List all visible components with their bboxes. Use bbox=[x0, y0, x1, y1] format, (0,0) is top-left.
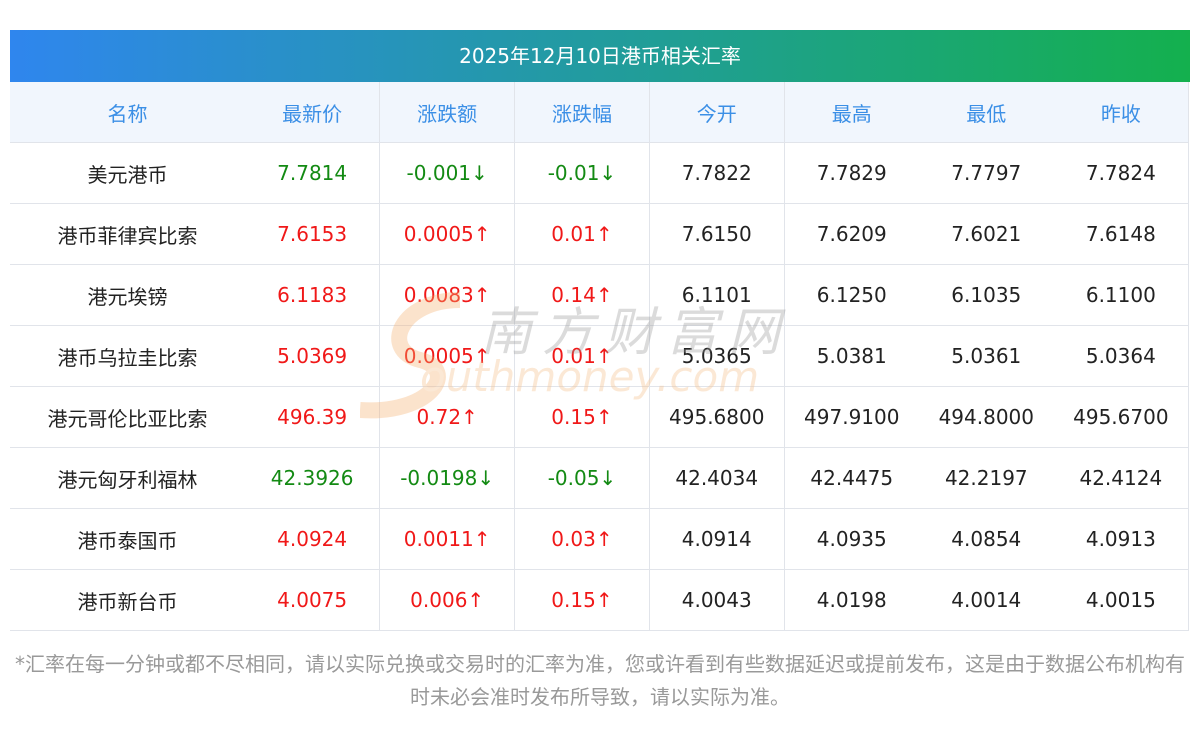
change-amount: -0.0198↓ bbox=[379, 447, 516, 509]
prev-close: 4.0913 bbox=[1053, 508, 1189, 570]
low-price: 7.7797 bbox=[918, 142, 1054, 204]
table-header-row: 名称 最新价 涨跌额 涨跌幅 今开 最高 最低 昨收 bbox=[10, 82, 1189, 143]
currency-pair: 港币菲律宾比索 bbox=[10, 203, 245, 265]
low-price: 4.0014 bbox=[918, 569, 1054, 631]
latest-price: 5.0369 bbox=[245, 325, 381, 387]
prev-close: 5.0364 bbox=[1053, 325, 1189, 387]
change-percent: 0.01↑ bbox=[514, 325, 650, 387]
table-row: 港元埃镑 6.1183 0.0083↑ 0.14↑ 6.1101 6.1250 6.1035… bbox=[10, 264, 1189, 326]
change-percent: 0.14↑ bbox=[514, 264, 650, 326]
open-price: 7.7822 bbox=[649, 142, 785, 204]
table-row: 港币菲律宾比索 7.6153 0.0005↑ 0.01↑ 7.6150 7.6209 7.6… bbox=[10, 203, 1189, 265]
latest-price: 4.0075 bbox=[245, 569, 381, 631]
currency-pair: 美元港币 bbox=[10, 142, 245, 204]
currency-pair: 港元匈牙利福林 bbox=[10, 447, 245, 509]
currency-pair: 港币新台币 bbox=[10, 569, 245, 631]
header-price: 最新价 bbox=[245, 82, 381, 143]
header-prev-close: 昨收 bbox=[1053, 82, 1189, 143]
latest-price: 4.0924 bbox=[245, 508, 381, 570]
low-price: 7.6021 bbox=[918, 203, 1054, 265]
open-price: 6.1101 bbox=[649, 264, 785, 326]
low-price: 5.0361 bbox=[918, 325, 1054, 387]
header-change: 涨跌额 bbox=[379, 82, 516, 143]
change-amount: 0.72↑ bbox=[379, 386, 516, 448]
currency-pair: 港币乌拉圭比索 bbox=[10, 325, 245, 387]
open-price: 495.6800 bbox=[649, 386, 785, 448]
open-price: 7.6150 bbox=[649, 203, 785, 265]
change-percent: 0.15↑ bbox=[514, 386, 650, 448]
prev-close: 7.7824 bbox=[1053, 142, 1189, 204]
table-row: 港元哥伦比亚比索 496.39 0.72↑ 0.15↑ 495.6800 497.9100… bbox=[10, 386, 1189, 448]
table-row: 港币新台币 4.0075 0.006↑ 0.15↑ 4.0043 4.0198 4.0014… bbox=[10, 569, 1189, 631]
high-price: 7.7829 bbox=[784, 142, 919, 204]
high-price: 7.6209 bbox=[784, 203, 919, 265]
change-percent: -0.01↓ bbox=[514, 142, 650, 204]
latest-price: 42.3926 bbox=[245, 447, 381, 509]
page-title: 2025年12月10日港币相关汇率 bbox=[10, 30, 1190, 82]
disclaimer-note: *汇率在每一分钟或都不尽相同，请以实际兑换或交易时的汇率为准，您或许看到有些数据… bbox=[15, 652, 1185, 709]
prev-close: 6.1100 bbox=[1053, 264, 1189, 326]
header-change-pct: 涨跌幅 bbox=[514, 82, 650, 143]
latest-price: 7.7814 bbox=[245, 142, 381, 204]
change-percent: 0.03↑ bbox=[514, 508, 650, 570]
prev-close: 42.4124 bbox=[1053, 447, 1189, 509]
currency-pair: 港元哥伦比亚比索 bbox=[10, 386, 245, 448]
table-row: 港币乌拉圭比索 5.0369 0.0005↑ 0.01↑ 5.0365 5.0381 5.0… bbox=[10, 325, 1189, 387]
change-amount: 0.0005↑ bbox=[379, 203, 516, 265]
high-price: 497.9100 bbox=[784, 386, 919, 448]
header-open: 今开 bbox=[649, 82, 785, 143]
exchange-rate-table: 名称 最新价 涨跌额 涨跌幅 今开 最高 最低 昨收 美元港币 7.7814 -0.… bbox=[10, 82, 1189, 631]
latest-price: 496.39 bbox=[245, 386, 381, 448]
open-price: 4.0043 bbox=[649, 569, 785, 631]
table-row: 港币泰国币 4.0924 0.0011↑ 0.03↑ 4.0914 4.0935 4.085… bbox=[10, 508, 1189, 570]
table-row: 港元匈牙利福林 42.3926 -0.0198↓ -0.05↓ 42.4034 42.44… bbox=[10, 447, 1189, 509]
high-price: 4.0198 bbox=[784, 569, 919, 631]
change-amount: 0.0011↑ bbox=[379, 508, 516, 570]
open-price: 4.0914 bbox=[649, 508, 785, 570]
latest-price: 7.6153 bbox=[245, 203, 381, 265]
latest-price: 6.1183 bbox=[245, 264, 381, 326]
high-price: 4.0935 bbox=[784, 508, 919, 570]
high-price: 6.1250 bbox=[784, 264, 919, 326]
change-percent: 0.15↑ bbox=[514, 569, 650, 631]
prev-close: 7.6148 bbox=[1053, 203, 1189, 265]
header-low: 最低 bbox=[918, 82, 1054, 143]
high-price: 42.4475 bbox=[784, 447, 919, 509]
change-percent: -0.05↓ bbox=[514, 447, 650, 509]
change-amount: 0.006↑ bbox=[379, 569, 516, 631]
change-percent: 0.01↑ bbox=[514, 203, 650, 265]
currency-pair: 港币泰国币 bbox=[10, 508, 245, 570]
change-amount: -0.001↓ bbox=[379, 142, 516, 204]
change-amount: 0.0005↑ bbox=[379, 325, 516, 387]
low-price: 42.2197 bbox=[918, 447, 1054, 509]
high-price: 5.0381 bbox=[784, 325, 919, 387]
open-price: 42.4034 bbox=[649, 447, 785, 509]
header-high: 最高 bbox=[784, 82, 919, 143]
change-amount: 0.0083↑ bbox=[379, 264, 516, 326]
low-price: 6.1035 bbox=[918, 264, 1054, 326]
low-price: 494.8000 bbox=[918, 386, 1054, 448]
open-price: 5.0365 bbox=[649, 325, 785, 387]
header-name: 名称 bbox=[10, 82, 245, 143]
prev-close: 495.6700 bbox=[1053, 386, 1189, 448]
prev-close: 4.0015 bbox=[1053, 569, 1189, 631]
currency-pair: 港元埃镑 bbox=[10, 264, 245, 326]
low-price: 4.0854 bbox=[918, 508, 1054, 570]
table-row: 美元港币 7.7814 -0.001↓ -0.01↓ 7.7822 7.7829 7.779… bbox=[10, 142, 1189, 204]
